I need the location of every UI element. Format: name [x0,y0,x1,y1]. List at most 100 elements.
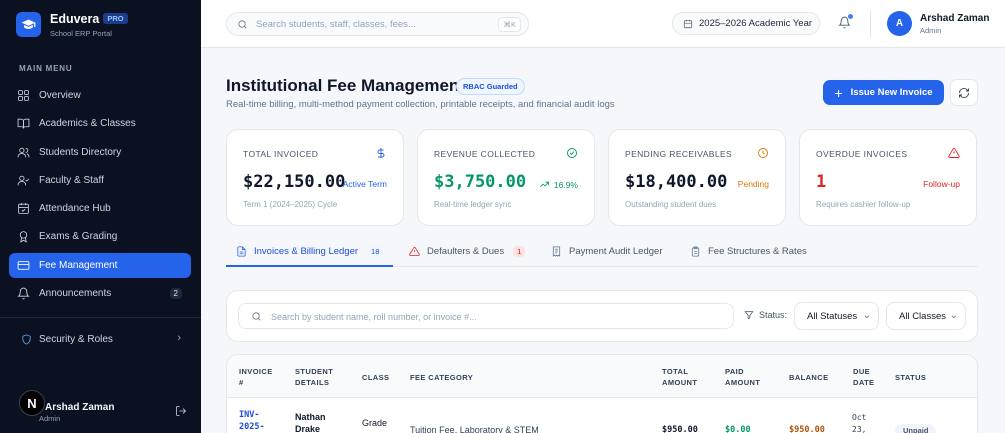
sidebar-item-attendance[interactable]: Attendance Hub [9,196,191,221]
column-header-invoice[interactable]: INVOICE # [239,366,272,388]
sidebar-item-announcements[interactable]: Announcements 2 [9,281,191,306]
avatar[interactable]: A [887,11,912,36]
search-icon [238,20,247,29]
filter-icon [744,311,754,320]
tab-label: Defaulters & Dues [427,246,505,257]
student-name[interactable]: Nathan Drake [295,411,340,433]
tab-label: Payment Audit Ledger [569,246,663,257]
user-name[interactable]: Arshad Zaman [920,13,989,24]
sidebar-item-label: Faculty & Staff [39,174,104,186]
sidebar-item-faculty[interactable]: Faculty & Staff [9,168,191,193]
stat-subtext: Real-time ledger sync [434,200,512,209]
sidebar-item-security[interactable]: Security & Roles › [9,327,191,351]
tab-label: Invoices & Billing Ledger [254,246,359,257]
balance-cell: $950.00 [789,425,825,433]
stat-label: TOTAL INVOICED [243,149,319,159]
credit-card-icon [17,261,30,270]
sidebar-user-card[interactable]: N Arshad Zaman Admin [9,390,191,426]
academic-year-selector[interactable]: 2025–2026 Academic Year [672,12,820,35]
chevron-down-icon: ⌄ [862,310,871,321]
stat-value: $18,400.00 [625,172,728,192]
sidebar-item-exams[interactable]: Exams & Grading [9,224,191,249]
alert-triangle-icon [409,246,420,257]
notification-dot [848,14,853,19]
logout-icon[interactable] [175,405,187,417]
refresh-icon [959,87,969,98]
stat-note: Follow-up [923,179,960,189]
user-role: Admin [920,26,942,35]
sidebar-user-role: Admin [39,414,61,423]
column-header-due-date[interactable]: DUE DATE [853,366,879,388]
paid-amount-cell: $0.00 [725,425,751,433]
stat-label: OVERDUE INVOICES [816,149,908,159]
clock-icon [758,148,768,158]
stat-value: 1 [816,172,827,192]
stat-trend: 16.9% [539,179,578,190]
search-shortcut: ⌘K [498,17,521,32]
brand-name: Eduvera [50,12,100,26]
filter-bar: Search by student name, roll number, or … [226,290,978,342]
stat-card-pending-receivables: PENDING RECEIVABLES $18,400.00 Pending O… [608,129,786,226]
tab-payment-audit[interactable]: Payment Audit Ledger [551,240,662,267]
tab-count-badge: 18 [367,246,384,257]
sidebar-item-label: Exams & Grading [39,231,118,243]
column-header-balance[interactable]: BALANCE [789,372,828,383]
stat-value: $3,750.00 [434,172,527,192]
invoice-search-input[interactable]: Search by student name, roll number, or … [238,303,734,329]
menu-heading: MAIN MENU [19,64,73,73]
status-filter-label: Status: [744,310,787,320]
sidebar-item-academics[interactable]: Academics & Classes [9,111,191,136]
dollar-icon [377,148,385,158]
stat-note: 16.9% [553,179,578,190]
sidebar-item-label: Overview [39,90,81,101]
column-header-total[interactable]: TOTAL AMOUNT [662,366,702,388]
issue-button-label: Issue New Invoice [850,87,933,98]
column-header-fee-category[interactable]: FEE CATEGORY [410,372,473,383]
stat-card-revenue-collected: REVENUE COLLECTED $3,750.00 16.9% Real-t… [417,129,595,226]
column-header-paid[interactable]: PAID AMOUNT [725,366,765,388]
column-header-student[interactable]: STUDENT DETAILS [295,366,337,388]
global-search-input[interactable]: Search students, staff, classes, fees...… [226,12,529,36]
stat-subtext: Outstanding student dues [625,200,717,209]
tab-invoices[interactable]: Invoices & Billing Ledger 18 [226,240,393,267]
book-icon [17,119,30,129]
main-nav: Overview Academics & Classes Students Di… [9,83,191,309]
sidebar-item-overview[interactable]: Overview [9,83,191,108]
alert-triangle-icon [948,148,960,158]
column-header-status[interactable]: STATUS [895,372,926,383]
search-placeholder: Search by student name, roll number, or … [271,312,477,322]
sidebar-divider [0,317,201,318]
tab-defaulters[interactable]: Defaulters & Dues 1 [409,240,526,267]
page-title: Institutional Fee Management [226,76,465,95]
column-header-class[interactable]: CLASS [362,372,389,383]
tab-label: Fee Structures & Rates [708,246,807,257]
status-select[interactable]: All Statuses ⌄ [794,302,879,330]
brand[interactable]: Eduvera PRO School ERP Portal [16,10,128,38]
calendar-icon [683,19,693,28]
invoice-number[interactable]: INV-2025- [239,409,273,433]
class-select-value: All Classes [899,310,946,322]
stat-label: PENDING RECEIVABLES [625,149,733,159]
users-icon [17,147,30,157]
topbar: Search students, staff, classes, fees...… [201,0,1005,48]
stat-card-overdue-invoices: OVERDUE INVOICES 1 Follow-up Requires ca… [799,129,977,226]
sidebar-item-fee-management[interactable]: Fee Management [9,252,191,278]
plan-badge: PRO [103,13,128,24]
search-icon [252,312,261,321]
stat-value: $22,150.00 [243,172,346,192]
fee-category-cell: Tuition Fee, Laboratory & STEM [410,425,539,433]
plus-icon: + [834,84,843,101]
stat-card-total-invoiced: TOTAL INVOICED $22,150.00 Active Term Te… [226,129,404,226]
refresh-button[interactable] [950,79,978,106]
file-text-icon [237,246,246,257]
stat-note: Pending [737,179,769,189]
graduation-cap-icon [16,11,41,37]
sidebar-item-students[interactable]: Students Directory [9,140,191,165]
sidebar-item-label: Attendance Hub [39,203,111,215]
sidebar-item-label: Security & Roles [39,333,113,345]
clipboard-icon [691,246,700,257]
class-select[interactable]: All Classes ⌄ [886,302,966,330]
sidebar-user-name: Arshad Zaman [45,402,115,413]
tab-fee-structures[interactable]: Fee Structures & Rates [690,240,807,267]
issue-new-invoice-button[interactable]: + Issue New Invoice [823,80,944,105]
